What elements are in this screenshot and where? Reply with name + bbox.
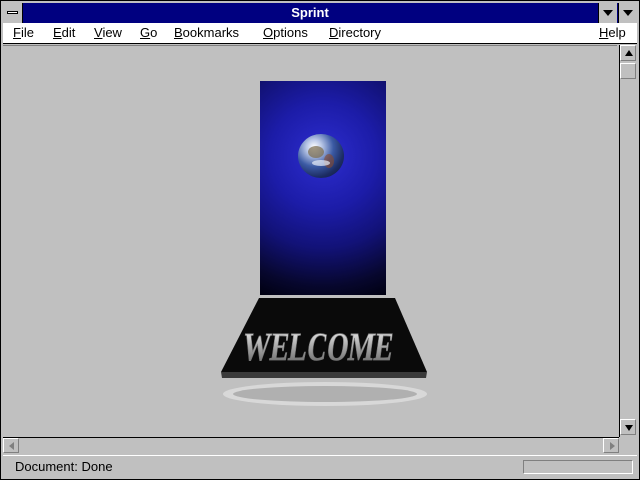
menu-directory[interactable]: Directory [329, 23, 381, 43]
welcome-mat-image: WELCOME [221, 298, 427, 406]
menu-bookmarks-mnemonic: B [174, 25, 183, 40]
menu-bookmarks-label: ookmarks [182, 25, 240, 40]
menu-go[interactable]: Go [140, 23, 157, 43]
menu-directory-mnemonic: D [329, 25, 339, 40]
menu-options-mnemonic: O [263, 25, 274, 40]
menu-options-label: ptions [273, 25, 308, 40]
menu-help-label: elp [608, 25, 626, 40]
scroll-up-icon[interactable] [620, 45, 636, 61]
menu-directory-label: irectory [338, 25, 382, 40]
window-title: Sprint [291, 5, 329, 20]
horizontal-scrollbar[interactable] [3, 437, 619, 453]
minimize-icon[interactable] [598, 3, 617, 23]
status-text: Document: Done [15, 459, 113, 474]
menu-file-label: ile [20, 25, 34, 40]
menu-edit-mnemonic: E [53, 25, 62, 40]
maximize-icon[interactable] [618, 3, 637, 23]
menu-help-mnemonic: H [599, 25, 609, 40]
progress-indicator [523, 460, 633, 474]
menu-view[interactable]: View [94, 23, 122, 43]
globe-icon [298, 134, 344, 178]
menu-go-label: o [150, 25, 158, 40]
space-banner-image [260, 81, 386, 295]
browser-window: Sprint File Edit View Go Bookmarks Optio… [0, 0, 640, 480]
menu-view-label: iew [102, 25, 122, 40]
menu-edit[interactable]: Edit [53, 23, 75, 43]
scroll-thumb[interactable] [620, 63, 636, 79]
menu-file[interactable]: File [13, 23, 34, 43]
menu-file-mnemonic: F [13, 25, 21, 40]
menu-help[interactable]: Help [599, 23, 626, 43]
scroll-right-icon[interactable] [603, 438, 619, 453]
menu-bookmarks[interactable]: Bookmarks [174, 23, 239, 43]
vertical-scrollbar[interactable] [619, 45, 637, 437]
document-content: WELCOME [3, 45, 617, 436]
title-bar: Sprint [3, 3, 637, 23]
menu-edit-label: dit [61, 25, 76, 40]
scroll-down-icon[interactable] [620, 419, 636, 435]
menu-bar: File Edit View Go Bookmarks Options Dire… [3, 23, 637, 44]
system-menu-icon[interactable] [3, 3, 23, 23]
welcome-text: WELCOME [240, 324, 396, 369]
status-bar: Document: Done [3, 455, 637, 478]
scrollbar-corner [619, 437, 637, 453]
menu-go-mnemonic: G [140, 25, 151, 40]
scroll-left-icon[interactable] [3, 438, 19, 453]
menu-options[interactable]: Options [263, 23, 308, 43]
